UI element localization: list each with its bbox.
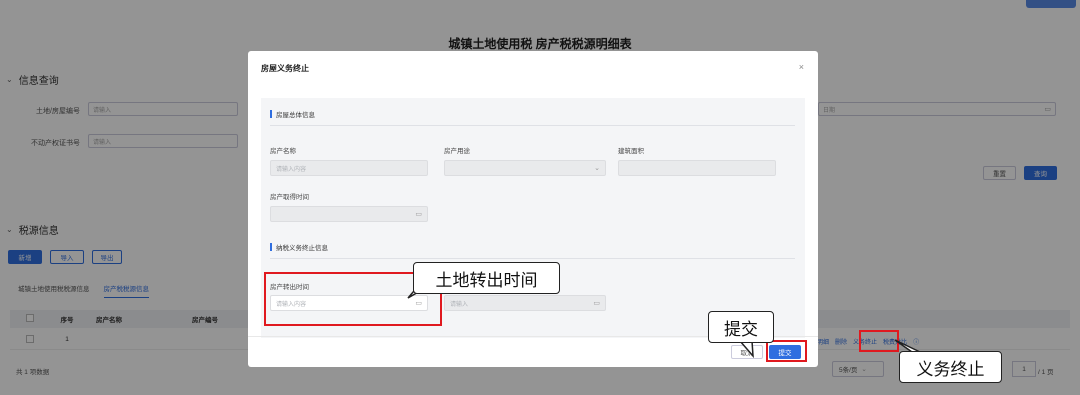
- callout-terminate: 义务终止: [899, 351, 1002, 383]
- callout-transfer-time: 土地转出时间: [413, 262, 560, 294]
- callout-tail-submit: [738, 340, 754, 359]
- callout-submit: 提交: [708, 311, 774, 343]
- callout-tails: [407, 283, 921, 359]
